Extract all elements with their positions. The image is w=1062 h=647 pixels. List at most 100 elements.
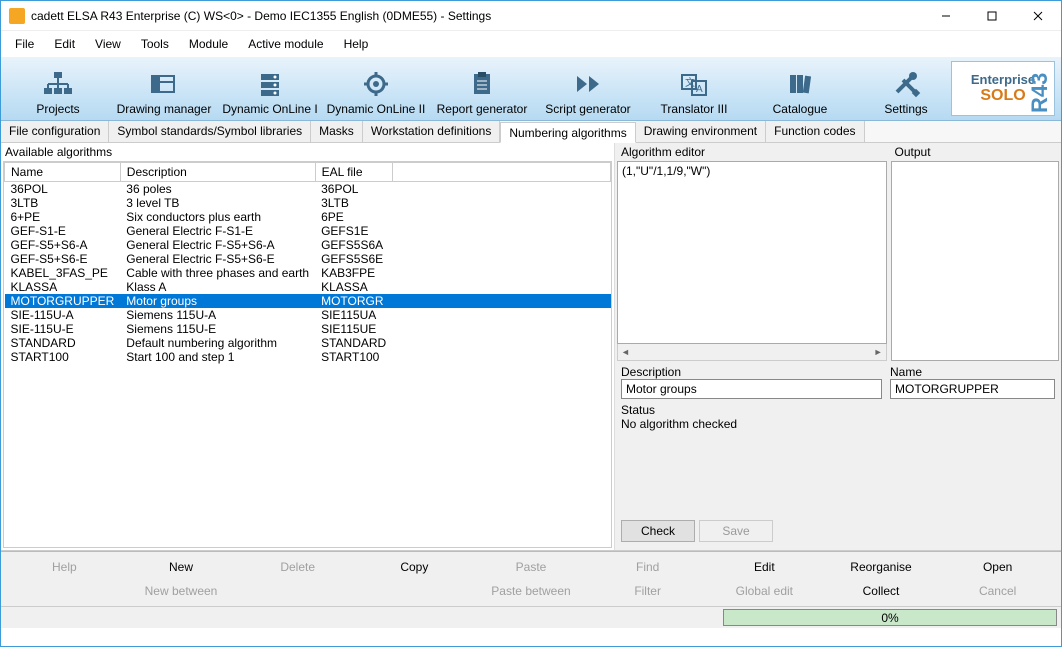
menu-help[interactable]: Help <box>334 33 379 55</box>
server-icon <box>217 66 323 102</box>
table-row[interactable]: SIE-115U-ESiemens 115U-ESIE115UE <box>5 322 611 336</box>
cmd-cancel: Cancel <box>940 580 1055 602</box>
cmd-global-edit: Global edit <box>707 580 822 602</box>
svg-text:文: 文 <box>685 76 695 89</box>
table-row[interactable]: 6+PESix conductors plus earth6PE <box>5 210 611 224</box>
window-controls <box>923 1 1061 30</box>
layers-icon <box>111 66 217 102</box>
tool-translator-iii[interactable]: 文ATranslator III <box>641 66 747 120</box>
save-button[interactable]: Save <box>699 520 773 542</box>
hierarchy-icon <box>5 66 111 102</box>
table-row[interactable]: 36POL36 poles36POL <box>5 182 611 197</box>
svg-text:A: A <box>696 84 703 95</box>
algorithms-pane: Available algorithms NameDescriptionEAL … <box>1 143 615 550</box>
status-bar: 0% <box>1 606 1061 628</box>
cmd-edit[interactable]: Edit <box>707 556 822 578</box>
form-area: Description Name Status No algorithm che… <box>615 361 1061 550</box>
table-row[interactable]: 3LTB3 level TB3LTB <box>5 196 611 210</box>
tools-icon <box>853 66 959 102</box>
cmd-empty <box>240 580 355 602</box>
cmd-empty <box>7 580 122 602</box>
table-row[interactable]: SIE-115U-ASiemens 115U-ASIE115UA <box>5 308 611 322</box>
table-row[interactable]: KABEL_3FAS_PECable with three phases and… <box>5 266 611 280</box>
table-row[interactable]: GEF-S1-EGeneral Electric F-S1-EGEFS1E <box>5 224 611 238</box>
algorithms-table[interactable]: NameDescriptionEAL file 36POL36 poles36P… <box>4 162 611 364</box>
brand-line1: Enterprise <box>971 73 1035 87</box>
cmd-copy[interactable]: Copy <box>357 556 472 578</box>
editor-pane: Algorithm editor ◄► Output Description N… <box>615 143 1061 550</box>
cmd-new-between: New between <box>124 580 239 602</box>
clipboard-icon <box>429 66 535 102</box>
cmd-open[interactable]: Open <box>940 556 1055 578</box>
tool-catalogue[interactable]: Catalogue <box>747 66 853 120</box>
menu-edit[interactable]: Edit <box>44 33 85 55</box>
tab-symbol-standards-symbol-libraries[interactable]: Symbol standards/Symbol libraries <box>109 121 311 142</box>
cmd-empty <box>357 580 472 602</box>
status-text: No algorithm checked <box>621 417 1055 431</box>
cmd-new[interactable]: New <box>124 556 239 578</box>
brand-side: R43 <box>1028 64 1052 113</box>
menu-active-module[interactable]: Active module <box>238 33 333 55</box>
menu-bar: FileEditViewToolsModuleActive moduleHelp <box>1 31 1061 57</box>
brand-line2: SOLO <box>980 87 1025 105</box>
algorithms-title: Available algorithms <box>1 143 614 161</box>
window-title: cadett ELSA R43 Enterprise (C) WS<0> - D… <box>31 9 923 23</box>
output-column: Output <box>889 143 1061 361</box>
tab-file-configuration[interactable]: File configuration <box>1 121 109 142</box>
table-row[interactable]: STANDARDDefault numbering algorithmSTAND… <box>5 336 611 350</box>
maximize-button[interactable] <box>969 1 1015 30</box>
translate-icon: 文A <box>641 66 747 102</box>
status-area: Status No algorithm checked <box>621 401 1055 516</box>
menu-module[interactable]: Module <box>179 33 238 55</box>
books-icon <box>747 66 853 102</box>
close-button[interactable] <box>1015 1 1061 30</box>
tab-numbering-algorithms[interactable]: Numbering algorithms <box>500 122 635 143</box>
table-row[interactable]: KLASSAKlass AKLASSA <box>5 280 611 294</box>
cmd-reorganise[interactable]: Reorganise <box>824 556 939 578</box>
minimize-button[interactable] <box>923 1 969 30</box>
tool-dynamic-online-i[interactable]: Dynamic OnLine I <box>217 66 323 120</box>
cmd-filter: Filter <box>590 580 705 602</box>
table-row[interactable]: MOTORGRUPPERMotor groupsMOTORGR <box>5 294 611 308</box>
menu-tools[interactable]: Tools <box>131 33 179 55</box>
table-row[interactable]: START100Start 100 and step 1START100 <box>5 350 611 364</box>
editor-label: Algorithm editor <box>617 143 887 161</box>
algorithm-editor[interactable] <box>617 161 887 344</box>
name-label: Name <box>890 365 1055 379</box>
table-row[interactable]: GEF-S5+S6-EGeneral Electric F-S5+S6-EGEF… <box>5 252 611 266</box>
workspace: Available algorithms NameDescriptionEAL … <box>1 143 1061 551</box>
editor-h-scrollbar[interactable]: ◄► <box>617 344 887 361</box>
algorithms-table-container[interactable]: NameDescriptionEAL file 36POL36 poles36P… <box>3 161 612 548</box>
editor-row: Algorithm editor ◄► Output <box>615 143 1061 361</box>
tool-settings[interactable]: Settings <box>853 66 959 120</box>
tool-report-generator[interactable]: Report generator <box>429 66 535 120</box>
gear-icon <box>323 66 429 102</box>
tab-masks[interactable]: Masks <box>311 121 363 142</box>
cmd-collect[interactable]: Collect <box>824 580 939 602</box>
status-label: Status <box>621 403 1055 417</box>
name-input[interactable] <box>890 379 1055 399</box>
menu-file[interactable]: File <box>5 33 44 55</box>
brand-badge: Enterprise SOLO R43 <box>951 61 1055 116</box>
tool-drawing-manager[interactable]: Drawing manager <box>111 66 217 120</box>
table-row[interactable]: GEF-S5+S6-AGeneral Electric F-S5+S6-AGEF… <box>5 238 611 252</box>
description-label: Description <box>621 365 882 379</box>
output-label: Output <box>891 143 1059 161</box>
settings-tabs: File configurationSymbol standards/Symbo… <box>1 121 1061 143</box>
cmd-paste: Paste <box>474 556 589 578</box>
column-eal-file[interactable]: EAL file <box>315 163 392 182</box>
app-icon <box>9 8 25 24</box>
cmd-delete: Delete <box>240 556 355 578</box>
tool-projects[interactable]: Projects <box>5 66 111 120</box>
tab-function-codes[interactable]: Function codes <box>766 121 864 142</box>
column-name[interactable]: Name <box>5 163 121 182</box>
column-description[interactable]: Description <box>120 163 315 182</box>
progress-bar: 0% <box>723 609 1057 626</box>
tab-drawing-environment[interactable]: Drawing environment <box>636 121 766 142</box>
tool-script-generator[interactable]: Script generator <box>535 66 641 120</box>
tool-dynamic-online-ii[interactable]: Dynamic OnLine II <box>323 66 429 120</box>
check-button[interactable]: Check <box>621 520 695 542</box>
tab-workstation-definitions[interactable]: Workstation definitions <box>363 121 501 142</box>
menu-view[interactable]: View <box>85 33 131 55</box>
description-input[interactable] <box>621 379 882 399</box>
